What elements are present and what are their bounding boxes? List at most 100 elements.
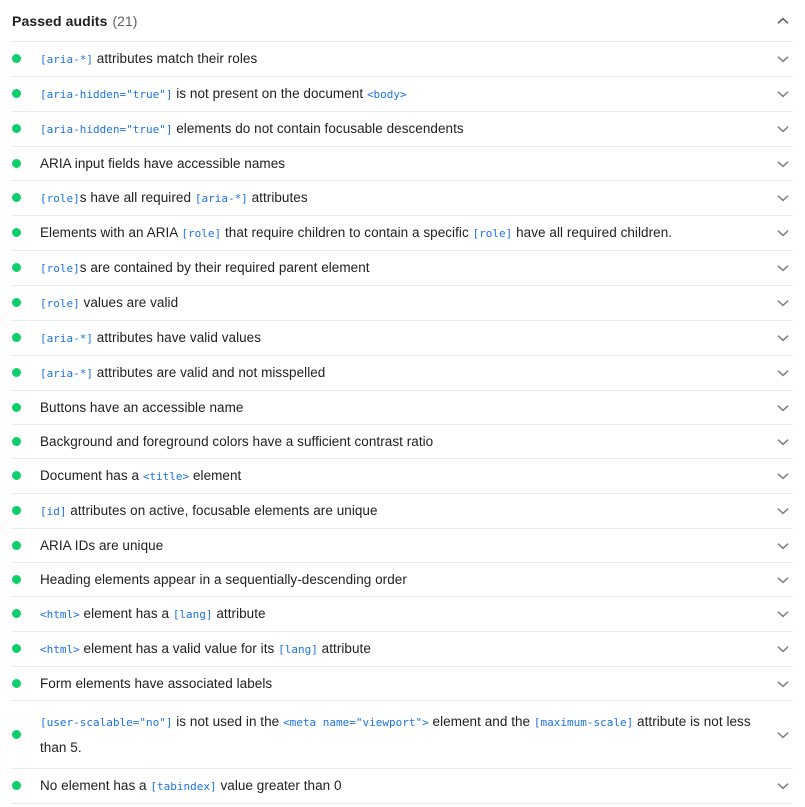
code-snippet: <html> (40, 608, 80, 621)
chevron-down-icon[interactable] (775, 468, 791, 484)
audit-title: [role]s have all required [aria-*] attri… (40, 189, 763, 207)
chevron-down-icon[interactable] (775, 330, 791, 346)
code-snippet: [id] (40, 505, 67, 518)
audit-title: [aria-*] attributes have valid values (40, 329, 763, 347)
audit-title: [aria-*] attributes match their roles (40, 50, 763, 68)
pass-status-dot-icon (12, 679, 21, 688)
code-snippet: <html> (40, 643, 80, 656)
code-snippet: <body> (367, 88, 407, 101)
audit-title: <html> element has a valid value for its… (40, 640, 763, 658)
pass-status-dot-icon (12, 730, 21, 739)
audit-title: Elements with an ARIA [role] that requir… (40, 224, 763, 242)
audit-row[interactable]: [aria-hidden="true"] is not present on t… (12, 76, 793, 111)
audit-row[interactable]: [user-scalable="no"] is not used in the … (12, 700, 793, 768)
chevron-down-icon[interactable] (775, 225, 791, 241)
chevron-down-icon[interactable] (775, 606, 791, 622)
code-snippet: [role] (473, 227, 513, 240)
pass-status-dot-icon (12, 263, 21, 272)
pass-status-dot-icon (12, 54, 21, 63)
audit-row[interactable]: [aria-hidden="true"] elements do not con… (12, 111, 793, 146)
code-snippet: [aria-*] (40, 332, 93, 345)
audit-row[interactable]: ARIA input fields have accessible names (12, 146, 793, 180)
audit-title: Document has a <title> element (40, 467, 763, 485)
pass-status-dot-icon (12, 506, 21, 515)
code-snippet: [aria-*] (40, 367, 93, 380)
audit-row[interactable]: ARIA IDs are unique (12, 528, 793, 562)
audit-title: [aria-hidden="true"] elements do not con… (40, 120, 763, 138)
audit-row[interactable]: <html> element has a valid value for its… (12, 631, 793, 666)
pass-status-dot-icon (12, 159, 21, 168)
chevron-down-icon[interactable] (775, 190, 791, 206)
chevron-down-icon[interactable] (775, 778, 791, 794)
audit-title: <html> element has a [lang] attribute (40, 605, 763, 623)
passed-audits-count: (21) (112, 14, 137, 28)
pass-status-dot-icon (12, 89, 21, 98)
chevron-down-icon[interactable] (775, 156, 791, 172)
audit-row[interactable]: Form elements have associated labels (12, 666, 793, 700)
chevron-down-icon[interactable] (775, 295, 791, 311)
pass-status-dot-icon (12, 437, 21, 446)
audit-title: Heading elements appear in a sequentiall… (40, 571, 763, 588)
pass-status-dot-icon (12, 575, 21, 584)
audit-row[interactable]: [role] values are valid (12, 285, 793, 320)
audit-row[interactable]: [aria-*] attributes match their roles (12, 41, 793, 76)
audit-title: [id] attributes on active, focusable ele… (40, 502, 763, 520)
pass-status-dot-icon (12, 368, 21, 377)
chevron-down-icon[interactable] (775, 538, 791, 554)
code-snippet: [aria-hidden="true"] (40, 123, 172, 136)
chevron-down-icon[interactable] (775, 260, 791, 276)
pass-status-dot-icon (12, 541, 21, 550)
audit-row[interactable]: No element has a [tabindex] value greate… (12, 768, 793, 804)
audit-title: [role] values are valid (40, 294, 763, 312)
audit-title: [role]s are contained by their required … (40, 259, 763, 277)
pass-status-dot-icon (12, 298, 21, 307)
audit-row[interactable]: [role]s have all required [aria-*] attri… (12, 180, 793, 215)
chevron-down-icon[interactable] (775, 400, 791, 416)
pass-status-dot-icon (12, 193, 21, 202)
audit-row[interactable]: [aria-*] attributes have valid values (12, 320, 793, 355)
chevron-down-icon[interactable] (775, 86, 791, 102)
pass-status-dot-icon (12, 333, 21, 342)
page-title: Passed audits (12, 14, 107, 28)
chevron-down-icon[interactable] (775, 676, 791, 692)
chevron-down-icon[interactable] (775, 365, 791, 381)
audit-title: [aria-*] attributes are valid and not mi… (40, 364, 763, 382)
pass-status-dot-icon (12, 403, 21, 412)
audit-title: Form elements have associated labels (40, 675, 763, 692)
audit-row[interactable]: [aria-*] attributes are valid and not mi… (12, 355, 793, 390)
chevron-up-icon[interactable] (775, 13, 791, 29)
code-snippet: [lang] (278, 643, 318, 656)
code-snippet: [aria-hidden="true"] (40, 88, 172, 101)
audit-title: ARIA input fields have accessible names (40, 155, 763, 172)
audit-title: No element has a [tabindex] value greate… (40, 777, 763, 795)
audit-row[interactable]: [id] attributes on active, focusable ele… (12, 493, 793, 528)
audit-row[interactable]: Buttons have an accessible name (12, 390, 793, 424)
chevron-down-icon[interactable] (775, 121, 791, 137)
passed-audits-header[interactable]: Passed audits (21) (0, 0, 805, 41)
chevron-down-icon[interactable] (775, 503, 791, 519)
pass-status-dot-icon (12, 124, 21, 133)
code-snippet: [role] (40, 262, 80, 275)
pass-status-dot-icon (12, 471, 21, 480)
audit-row[interactable]: Document has a <title> element (12, 458, 793, 493)
chevron-down-icon[interactable] (775, 51, 791, 67)
code-snippet: [tabindex] (150, 780, 216, 793)
code-snippet: [role] (40, 297, 80, 310)
audit-row[interactable]: Heading elements appear in a sequentiall… (12, 562, 793, 596)
audit-title: [aria-hidden="true"] is not present on t… (40, 85, 763, 103)
audit-title: ARIA IDs are unique (40, 537, 763, 554)
chevron-down-icon[interactable] (775, 434, 791, 450)
pass-status-dot-icon (12, 644, 21, 653)
passed-audits-panel: Passed audits (21) [aria-*] attributes m… (0, 0, 805, 804)
code-snippet: [lang] (173, 608, 213, 621)
code-snippet: [aria-*] (195, 192, 248, 205)
chevron-down-icon[interactable] (775, 572, 791, 588)
passed-audits-list: [aria-*] attributes match their roles [ar… (0, 41, 805, 804)
audit-row[interactable]: Background and foreground colors have a … (12, 424, 793, 458)
audit-row[interactable]: <html> element has a [lang] attribute (12, 596, 793, 631)
audit-title: Background and foreground colors have a … (40, 433, 763, 450)
audit-row[interactable]: Elements with an ARIA [role] that requir… (12, 215, 793, 250)
audit-row[interactable]: [role]s are contained by their required … (12, 250, 793, 285)
chevron-down-icon[interactable] (775, 727, 791, 743)
chevron-down-icon[interactable] (775, 641, 791, 657)
